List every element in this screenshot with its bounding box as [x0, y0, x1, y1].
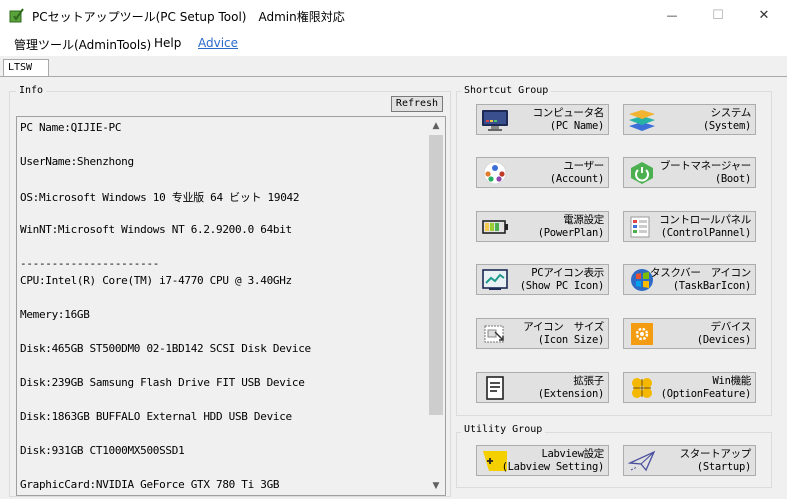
- battery-icon: [482, 220, 508, 234]
- info-line: PC Name:QIJIE-PC: [20, 121, 122, 134]
- chart-screen-icon: [482, 269, 508, 290]
- info-line: OS:Microsoft Windows 10 专业版 64 ビット 19042: [20, 191, 300, 204]
- scroll-thumb[interactable]: [429, 135, 443, 415]
- extension-button[interactable]: 拡張子 (Extension): [476, 372, 609, 403]
- document-icon: [486, 376, 504, 400]
- button-label: タスクバー アイコン (TaskBarIcon): [650, 267, 751, 292]
- control-panel-icon: [630, 216, 650, 238]
- maximize-button[interactable]: ☐: [695, 0, 741, 31]
- info-line: Disk:931GB CT1000MX500SSD1: [20, 444, 185, 457]
- maximize-icon: ☐: [712, 8, 724, 23]
- button-label: コンピュータ名 (PC Name): [532, 107, 605, 132]
- power-plan-button[interactable]: 電源設定 (PowerPlan): [476, 211, 609, 242]
- app-icon: [9, 8, 24, 23]
- paper-plane-icon: [628, 450, 656, 472]
- clover-icon: [632, 378, 652, 398]
- close-button[interactable]: ✕: [741, 0, 787, 31]
- power-icon: [631, 162, 653, 184]
- shortcut-group-legend: Shortcut Group: [461, 85, 552, 96]
- utility-group-legend: Utility Group: [461, 424, 546, 435]
- button-label: 電源設定 (PowerPlan): [537, 214, 605, 239]
- window-title: PCセットアップツール(PC Setup Tool) Admin権限対応: [32, 10, 345, 24]
- button-label: デバイス (Devices): [696, 321, 752, 346]
- button-label: Win機能 (OptionFeature): [660, 375, 752, 400]
- info-line: CPU:Intel(R) Core(TM) i7-4770 CPU @ 3.40…: [20, 274, 292, 287]
- button-label: 拡張子 (Extension): [537, 375, 605, 400]
- button-label: Labview設定 (Labview Setting): [501, 448, 605, 473]
- menu-advice-link[interactable]: Advice: [198, 36, 238, 50]
- button-label: ユーザー (Account): [549, 160, 605, 185]
- icon-size-button[interactable]: アイコン サイズ (Icon Size): [476, 318, 609, 349]
- tab-divider: [0, 76, 787, 77]
- refresh-button[interactable]: Refresh: [391, 96, 443, 112]
- gear-icon: [631, 323, 653, 345]
- option-feature-button[interactable]: Win機能 (OptionFeature): [623, 372, 756, 403]
- show-pc-icon-button[interactable]: PCアイコン表示 (Show PC Icon): [476, 264, 609, 295]
- tab-ltsw[interactable]: LTSW: [3, 59, 49, 77]
- menu-bar: 管理ツール(AdminTools) Help Advice: [0, 31, 787, 56]
- menu-help[interactable]: Help: [154, 36, 181, 50]
- title-bar: PCセットアップツール(PC Setup Tool) Admin権限対応 — ☐…: [0, 0, 787, 31]
- layers-icon: [629, 110, 655, 131]
- info-line: GraphicCard:NVIDIA GeForce GTX 780 Ti 3G…: [20, 478, 280, 491]
- info-group-legend: Info: [16, 85, 47, 96]
- info-scrollbar[interactable]: ▲ ▼: [427, 117, 445, 495]
- control-panel-button[interactable]: コントロールパネル (ControlPannel): [623, 211, 756, 242]
- button-label: システム (System): [702, 107, 751, 132]
- close-icon: ✕: [758, 8, 770, 23]
- info-line: Disk:1863GB BUFFALO External HDD USB Dev…: [20, 410, 292, 423]
- shortcut-group: [456, 91, 772, 416]
- minimize-icon: —: [666, 9, 678, 22]
- button-label: コントロールパネル (ControlPannel): [659, 214, 751, 239]
- account-button[interactable]: ユーザー (Account): [476, 157, 609, 188]
- pc-name-button[interactable]: コンピュータ名 (PC Name): [476, 104, 609, 135]
- system-button[interactable]: システム (System): [623, 104, 756, 135]
- taskbar-icon-button[interactable]: タスクバー アイコン (TaskBarIcon): [623, 264, 756, 295]
- info-textbox[interactable]: PC Name:QIJIE-PC UserName:Shenzhong OS:M…: [16, 116, 446, 496]
- menu-admin-tools[interactable]: 管理ツール(AdminTools): [14, 36, 151, 53]
- info-line: Disk:239GB Samsung Flash Drive FIT USB D…: [20, 376, 305, 389]
- resize-icon: [484, 325, 504, 343]
- button-label: スタートアップ (Startup): [679, 448, 752, 473]
- info-line: Memery:16GB: [20, 308, 90, 321]
- users-icon: [483, 161, 507, 185]
- boot-button[interactable]: ブートマネージャー (Boot): [623, 157, 756, 188]
- monitor-icon: [482, 110, 508, 131]
- minimize-button[interactable]: —: [649, 0, 695, 31]
- info-line: Disk:465GB ST500DM0 02-1BD142 SCSI Disk …: [20, 342, 311, 355]
- devices-button[interactable]: デバイス (Devices): [623, 318, 756, 349]
- labview-setting-button[interactable]: Labview設定 (Labview Setting): [476, 445, 609, 476]
- tab-strip: LTSW: [0, 56, 787, 77]
- button-label: PCアイコン表示 (Show PC Icon): [519, 267, 605, 292]
- info-line: ----------------------: [20, 257, 160, 270]
- button-label: ブートマネージャー (Boot): [659, 160, 751, 185]
- info-line: WinNT:Microsoft Windows NT 6.2.9200.0 64…: [20, 223, 292, 236]
- scroll-down-arrow-icon[interactable]: ▼: [427, 477, 445, 495]
- startup-button[interactable]: スタートアップ (Startup): [623, 445, 756, 476]
- info-line: UserName:Shenzhong: [20, 155, 134, 168]
- scroll-up-arrow-icon[interactable]: ▲: [427, 117, 445, 135]
- button-label: アイコン サイズ (Icon Size): [523, 321, 604, 346]
